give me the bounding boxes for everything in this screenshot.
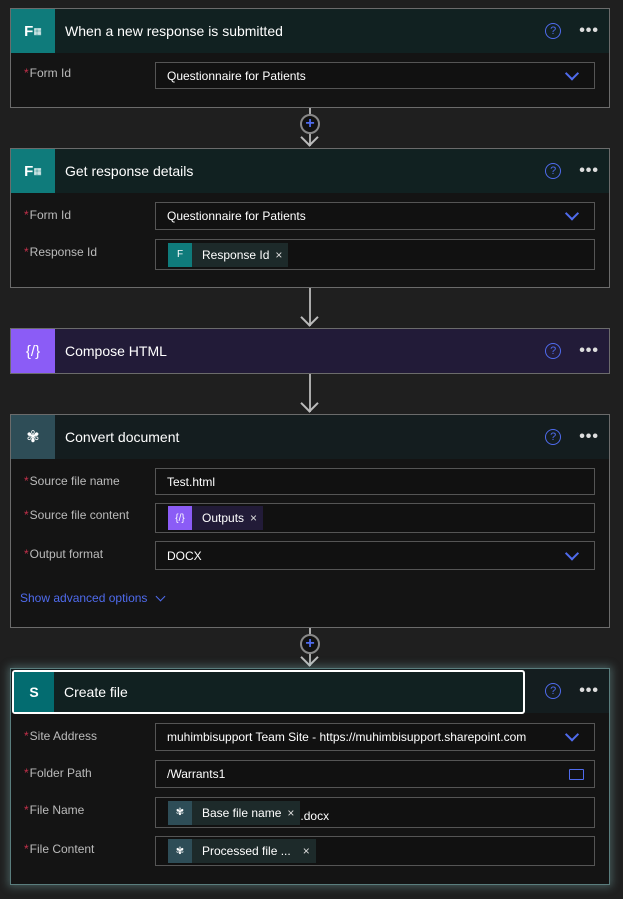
more-options-icon[interactable]: ••• <box>579 346 599 356</box>
help-icon[interactable]: ? <box>545 683 561 699</box>
chevron-down-icon[interactable] <box>565 546 579 560</box>
help-icon[interactable]: ? <box>545 23 561 39</box>
file-name-input[interactable]: ✾Base file name× .docx <box>155 797 595 828</box>
chevron-down-icon <box>156 591 166 601</box>
forms-icon: F▦ <box>11 149 55 193</box>
muhimbi-tree-icon: ✾ <box>11 415 55 459</box>
remove-token-icon[interactable]: × <box>303 844 310 858</box>
chevron-down-icon[interactable] <box>565 66 579 80</box>
action-card-get-response[interactable]: F▦ Get response details ? ••• *Form Id Q… <box>10 148 610 288</box>
card-header[interactable]: ✾ Convert document ? ••• <box>11 415 609 459</box>
card-title: Convert document <box>65 429 545 445</box>
card-header[interactable]: {/} Compose HTML ? ••• <box>11 329 609 373</box>
chevron-down-icon[interactable] <box>565 206 579 220</box>
folder-path-input[interactable]: /Warrants1 <box>155 760 595 788</box>
field-label: *Site Address <box>24 729 97 743</box>
remove-token-icon[interactable]: × <box>275 248 282 262</box>
compose-icon: {/} <box>11 329 55 373</box>
card-header[interactable]: F▦ Get response details ? ••• <box>11 149 609 193</box>
add-step-button[interactable]: + <box>300 114 320 134</box>
dynamic-token[interactable]: ✾Processed file ...× <box>168 839 316 863</box>
help-icon[interactable]: ? <box>545 429 561 445</box>
form-id-dropdown[interactable]: Questionnaire for Patients <box>155 62 595 89</box>
field-label: *Folder Path <box>24 766 92 780</box>
action-card-create-file[interactable]: S Create file ? ••• *Site Address muhimb… <box>10 668 610 885</box>
add-step-button[interactable]: + <box>300 634 320 654</box>
more-options-icon[interactable]: ••• <box>579 166 599 176</box>
dynamic-token[interactable]: FResponse Id× <box>168 243 288 267</box>
card-title-focus[interactable]: S Create file <box>12 670 525 714</box>
source-file-name-input[interactable]: Test.html <box>155 468 595 495</box>
card-header[interactable]: S Create file ? ••• <box>11 669 609 713</box>
field-label: *File Content <box>24 842 94 856</box>
arrow-down-icon <box>300 308 318 326</box>
field-label: *Form Id <box>24 208 71 222</box>
forms-icon: F▦ <box>11 9 55 53</box>
dynamic-token[interactable]: {/}Outputs× <box>168 506 263 530</box>
form-id-dropdown[interactable]: Questionnaire for Patients <box>155 202 595 230</box>
card-title: Create file <box>64 684 523 700</box>
help-icon[interactable]: ? <box>545 163 561 179</box>
muhimbi-tree-icon: ✾ <box>168 801 192 825</box>
field-label: *Source file content <box>24 508 129 522</box>
folder-icon[interactable] <box>569 769 584 780</box>
dynamic-token[interactable]: ✾Base file name× <box>168 801 300 825</box>
card-title: Compose HTML <box>65 343 545 359</box>
trigger-card-new-response[interactable]: F▦ When a new response is submitted ? ••… <box>10 8 610 108</box>
remove-token-icon[interactable]: × <box>287 806 294 820</box>
sharepoint-icon: S <box>14 672 54 712</box>
muhimbi-tree-icon: ✾ <box>168 839 192 863</box>
show-advanced-options-link[interactable]: Show advanced options <box>20 591 164 605</box>
field-label: *Form Id <box>24 66 71 80</box>
remove-token-icon[interactable]: × <box>250 511 257 525</box>
field-label: *Source file name <box>24 474 120 488</box>
compose-icon: {/} <box>168 506 192 530</box>
card-title: When a new response is submitted <box>65 23 545 39</box>
response-id-input[interactable]: FResponse Id× <box>155 239 595 270</box>
more-options-icon[interactable]: ••• <box>579 432 599 442</box>
card-title: Get response details <box>65 163 545 179</box>
arrow-down-icon <box>300 394 318 412</box>
forms-icon: F <box>168 243 192 267</box>
more-options-icon[interactable]: ••• <box>579 26 599 36</box>
site-address-dropdown[interactable]: muhimbisupport Team Site - https://muhim… <box>155 723 595 751</box>
field-label: *File Name <box>24 803 84 817</box>
action-card-compose[interactable]: {/} Compose HTML ? ••• <box>10 328 610 374</box>
field-label: *Response Id <box>24 245 97 259</box>
output-format-dropdown[interactable]: DOCX <box>155 541 595 570</box>
card-header[interactable]: F▦ When a new response is submitted ? ••… <box>11 9 609 53</box>
source-file-content-input[interactable]: {/}Outputs× <box>155 503 595 533</box>
more-options-icon[interactable]: ••• <box>579 686 599 696</box>
action-card-convert-document[interactable]: ✾ Convert document ? ••• *Source file na… <box>10 414 610 628</box>
chevron-down-icon[interactable] <box>565 727 579 741</box>
help-icon[interactable]: ? <box>545 343 561 359</box>
file-content-input[interactable]: ✾Processed file ...× <box>155 836 595 866</box>
field-label: *Output format <box>24 547 103 561</box>
